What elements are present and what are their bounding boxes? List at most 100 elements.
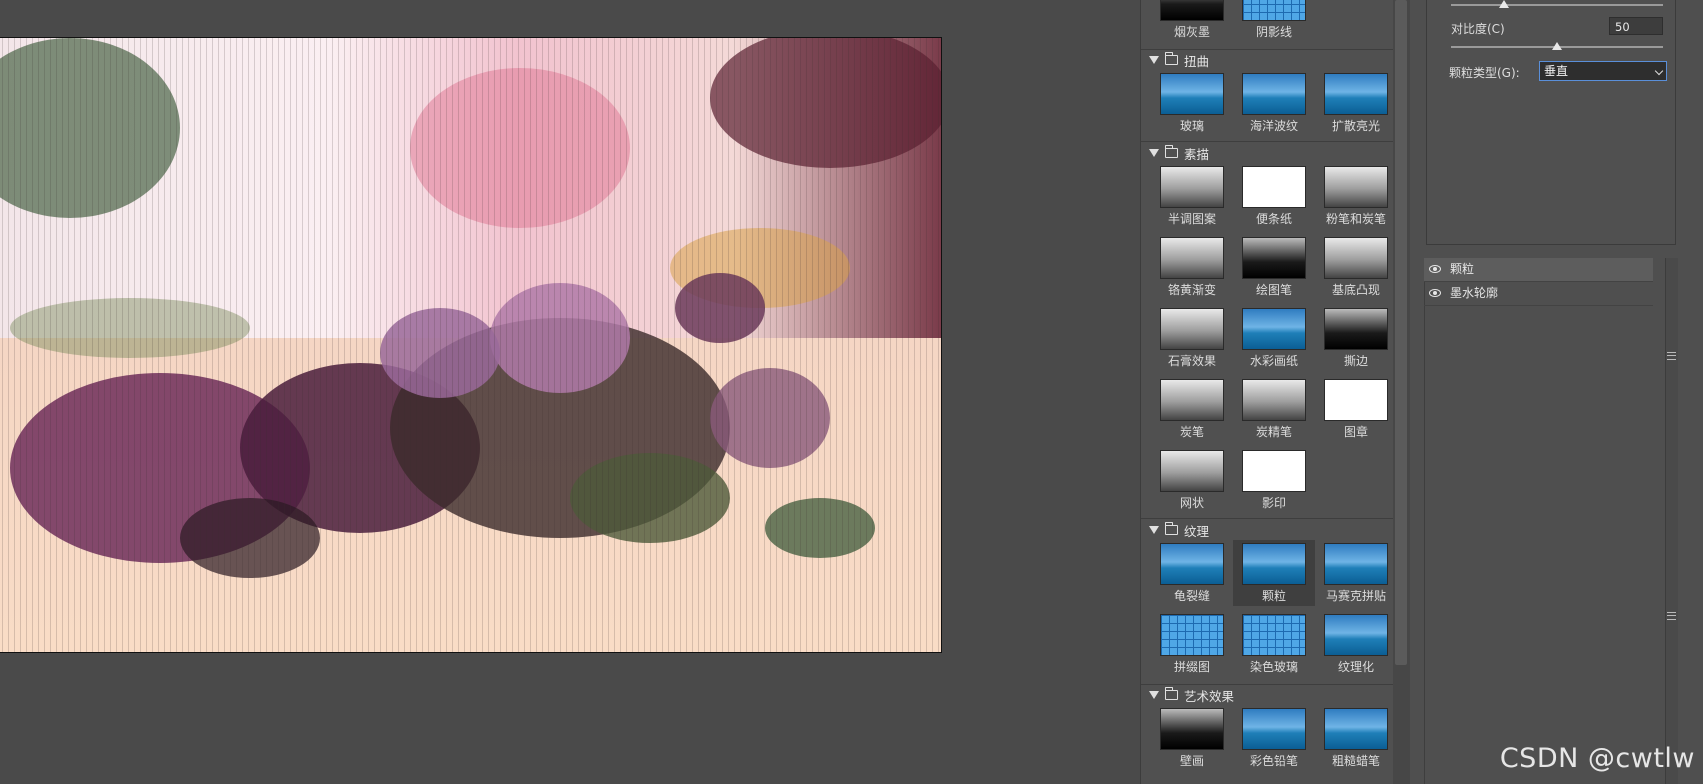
eye-icon[interactable] (1429, 289, 1441, 297)
filter-preview-icon (1160, 166, 1224, 208)
filter-label: 石膏效果 (1167, 354, 1216, 368)
effect-layer-row[interactable]: 墨水轮廓 (1424, 282, 1653, 306)
chevron-down-icon (1654, 66, 1664, 76)
filter-thumbnail-1-2[interactable]: 扩散亮光 (1315, 70, 1394, 136)
expand-triangle-icon (1149, 56, 1159, 64)
filter-label: 扩散亮光 (1331, 119, 1380, 133)
resize-grip-icon[interactable] (1667, 612, 1676, 620)
filter-thumbnail-2-2[interactable]: 粉笔和炭笔 (1315, 163, 1394, 229)
filter-thumbnail-1-0[interactable]: 玻璃 (1151, 70, 1233, 136)
filter-thumbnail-2-4[interactable]: 绘图笔 (1233, 234, 1315, 300)
gallery-scrollbar[interactable] (1393, 0, 1410, 784)
contrast-input[interactable]: 50 (1609, 17, 1663, 35)
watermark: CSDN @cwtlw (1499, 743, 1695, 774)
filter-thumbnail-2-9[interactable]: 炭笔 (1151, 376, 1233, 442)
filter-thumbnail-3-0[interactable]: 龟裂缝 (1151, 540, 1233, 606)
gallery-divider (1141, 684, 1394, 685)
filter-label: 壁画 (1179, 754, 1204, 768)
filter-thumbnail-2-13[interactable]: 影印 (1233, 447, 1315, 513)
folder-icon (1165, 52, 1178, 65)
filter-thumbnail-4-2[interactable]: 粗糙蜡笔 (1315, 705, 1394, 771)
filter-label: 染色玻璃 (1249, 660, 1298, 674)
filter-label: 图章 (1343, 425, 1368, 439)
filter-preview-icon (1242, 543, 1306, 585)
resize-grip-icon[interactable] (1667, 352, 1676, 360)
filter-thumbnail-4-1[interactable]: 彩色铅笔 (1233, 705, 1315, 771)
filter-thumbnail-2-0[interactable]: 半调图案 (1151, 163, 1233, 229)
filter-thumbnail-3-2[interactable]: 马赛克拼贴 (1315, 540, 1394, 606)
filter-thumbnail-2-10[interactable]: 炭精笔 (1233, 376, 1315, 442)
filter-preview-icon (1324, 543, 1388, 585)
filter-thumbnail-2-5[interactable]: 基底凸现 (1315, 234, 1394, 300)
filter-preview-image (0, 37, 942, 653)
filter-label: 基底凸现 (1331, 283, 1380, 297)
filter-label: 马赛克拼贴 (1325, 589, 1386, 603)
filter-thumbnail-2-12[interactable]: 网状 (1151, 447, 1233, 513)
filter-preview-icon (1160, 450, 1224, 492)
filter-label: 颗粒 (1261, 589, 1286, 603)
filter-label: 铬黄渐变 (1167, 283, 1216, 297)
filter-thumbnail-4-0[interactable]: 壁画 (1151, 705, 1233, 771)
gallery-category-header[interactable]: 扭曲 (1149, 51, 1209, 69)
filter-label: 纹理化 (1337, 660, 1374, 674)
gallery-category-header[interactable]: 素描 (1149, 144, 1209, 162)
filter-preview-icon (1160, 0, 1224, 21)
filter-preview-icon (1324, 614, 1388, 656)
filter-thumbnail-0-0[interactable]: 烟灰墨 (1151, 0, 1233, 42)
gallery-category-header[interactable]: 艺术效果 (1149, 686, 1234, 704)
filter-thumbnail-2-3[interactable]: 铬黄渐变 (1151, 234, 1233, 300)
filter-preview-icon (1242, 614, 1306, 656)
filter-thumbnail-0-1[interactable]: 阴影线 (1233, 0, 1315, 42)
filter-preview-icon (1242, 73, 1306, 115)
filter-label: 阴影线 (1255, 25, 1292, 39)
filter-preview-icon (1242, 308, 1306, 350)
filter-label: 半调图案 (1167, 212, 1216, 226)
filter-thumbnail-3-4[interactable]: 染色玻璃 (1233, 611, 1315, 677)
filter-label: 粗糙蜡笔 (1331, 754, 1380, 768)
effect-layer-name: 墨水轮廓 (1450, 286, 1499, 300)
grain-type-select[interactable]: 垂直 (1539, 61, 1667, 81)
filter-thumbnail-3-3[interactable]: 拼缀图 (1151, 611, 1233, 677)
filter-thumbnail-3-1[interactable]: 颗粒 (1233, 540, 1315, 606)
gallery-category-title: 纹理 (1184, 523, 1210, 539)
filter-thumbnail-2-1[interactable]: 便条纸 (1233, 163, 1315, 229)
intensity-slider-track[interactable] (1451, 4, 1663, 6)
filter-preview-icon (1160, 73, 1224, 115)
filter-preview-icon (1160, 308, 1224, 350)
filter-gallery-panel: 烟灰墨 阴影线扭曲 玻璃 海洋波纹 扩散亮光素描半调图案 便条纸 粉笔和炭笔铬黄渐变 绘图笔 基… (1140, 0, 1394, 784)
filter-label: 烟灰墨 (1173, 25, 1210, 39)
filter-thumbnail-1-1[interactable]: 海洋波纹 (1233, 70, 1315, 136)
gallery-scrollbar-thumb[interactable] (1395, 0, 1407, 665)
settings-scrollbar[interactable] (1665, 258, 1678, 784)
gallery-category-header[interactable]: 纹理 (1149, 521, 1209, 539)
expand-triangle-icon (1149, 526, 1159, 534)
gallery-divider (1141, 141, 1394, 142)
grain-type-label: 颗粒类型(G): (1449, 66, 1520, 80)
filter-label: 网状 (1179, 496, 1204, 510)
filter-preview-icon (1242, 0, 1306, 21)
folder-icon (1165, 687, 1178, 700)
filter-preview-icon (1242, 450, 1306, 492)
preview-canvas-area[interactable] (0, 0, 1140, 784)
filter-preview-icon (1242, 708, 1306, 750)
filter-label: 水彩画纸 (1249, 354, 1298, 368)
filter-thumbnail-3-5[interactable]: 纹理化 (1315, 611, 1394, 677)
effect-layer-name: 颗粒 (1450, 262, 1475, 276)
filter-thumbnail-2-6[interactable]: 石膏效果 (1151, 305, 1233, 371)
filter-preview-icon (1324, 708, 1388, 750)
filter-label: 炭笔 (1179, 425, 1204, 439)
eye-icon[interactable] (1429, 265, 1441, 273)
grain-type-value: 垂直 (1544, 64, 1569, 78)
filter-preview-icon (1160, 543, 1224, 585)
contrast-slider-thumb[interactable] (1552, 42, 1562, 50)
filter-preview-icon (1324, 73, 1388, 115)
gallery-category-title: 素描 (1184, 146, 1210, 162)
filter-preview-icon (1160, 237, 1224, 279)
filter-thumbnail-2-7[interactable]: 水彩画纸 (1233, 305, 1315, 371)
filter-thumbnail-2-11[interactable]: 图章 (1315, 376, 1394, 442)
gallery-divider (1141, 49, 1394, 50)
filter-preview-icon (1324, 166, 1388, 208)
effect-layer-row[interactable]: 颗粒 (1424, 258, 1653, 282)
intensity-slider-thumb[interactable] (1499, 0, 1509, 8)
filter-thumbnail-2-8[interactable]: 撕边 (1315, 305, 1394, 371)
